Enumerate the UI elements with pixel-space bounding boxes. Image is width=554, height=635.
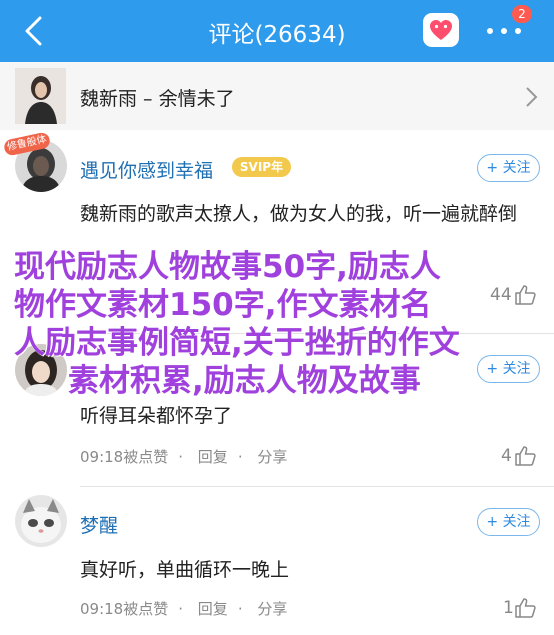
heart-icon: [430, 20, 452, 40]
thumbs-up-icon[interactable]: [514, 598, 536, 618]
comment-username[interactable]: 遇见你感到幸福: [80, 156, 213, 183]
divider: [80, 486, 554, 487]
song-row[interactable]: 魏新雨 – 余情未了: [0, 62, 554, 130]
chevron-right-icon: [526, 87, 538, 107]
overlay-line: 素材积累,励志人物及故事: [68, 363, 421, 399]
top-bar: 评论(26634) 2: [0, 0, 554, 62]
overlay-line: 人励志事例简短,关于挫折的作文: [14, 325, 460, 361]
comment-username[interactable]: 梦醒: [80, 511, 118, 538]
reply-button[interactable]: 回复: [198, 448, 228, 466]
svip-badge: SVIP年: [232, 157, 291, 177]
like-count: 1: [503, 598, 514, 618]
comment-meta: 09:18被点赞 · 回复 · 分享: [80, 598, 297, 619]
share-button[interactable]: 分享: [257, 600, 287, 618]
share-button[interactable]: 分享: [257, 448, 287, 466]
comment-time: 09:18被点赞: [80, 448, 169, 466]
reply-button[interactable]: 回复: [198, 600, 228, 618]
follow-button[interactable]: + 关注: [477, 508, 540, 536]
overlay-caption: 现代励志人物故事50字,励志人 物作文素材150字,作文素材名 人励志事例简短,…: [14, 248, 544, 400]
favorite-button[interactable]: [423, 13, 459, 47]
comment-text: 真好听，单曲循环一晚上: [80, 559, 290, 581]
comment-text: 魏新雨的歌声太撩人，做为女人的我，听一遍就醉倒: [80, 203, 518, 225]
separator-dot: ·: [237, 448, 243, 466]
notification-badge: 2: [512, 5, 532, 23]
like-count: 4: [501, 446, 512, 466]
separator-dot: ·: [237, 600, 243, 618]
page-title: 评论(26634): [208, 22, 346, 48]
separator-dot: ·: [178, 600, 184, 618]
follow-button[interactable]: + 关注: [477, 154, 540, 182]
comment-text: 听得耳朵都怀孕了: [80, 405, 233, 427]
comment-meta: 09:18被点赞 · 回复 · 分享: [80, 446, 297, 467]
song-title: 魏新雨 – 余情未了: [80, 88, 235, 110]
overlay-line: 现代励志人物故事50字,励志人: [14, 249, 441, 285]
separator-dot: ·: [178, 448, 184, 466]
avatar[interactable]: [15, 495, 67, 547]
thumbs-up-icon[interactable]: [514, 446, 536, 466]
overlay-line: 物作文素材150字,作文素材名: [14, 287, 432, 323]
song-cover: [15, 68, 66, 124]
comment-time: 09:18被点赞: [80, 600, 169, 618]
